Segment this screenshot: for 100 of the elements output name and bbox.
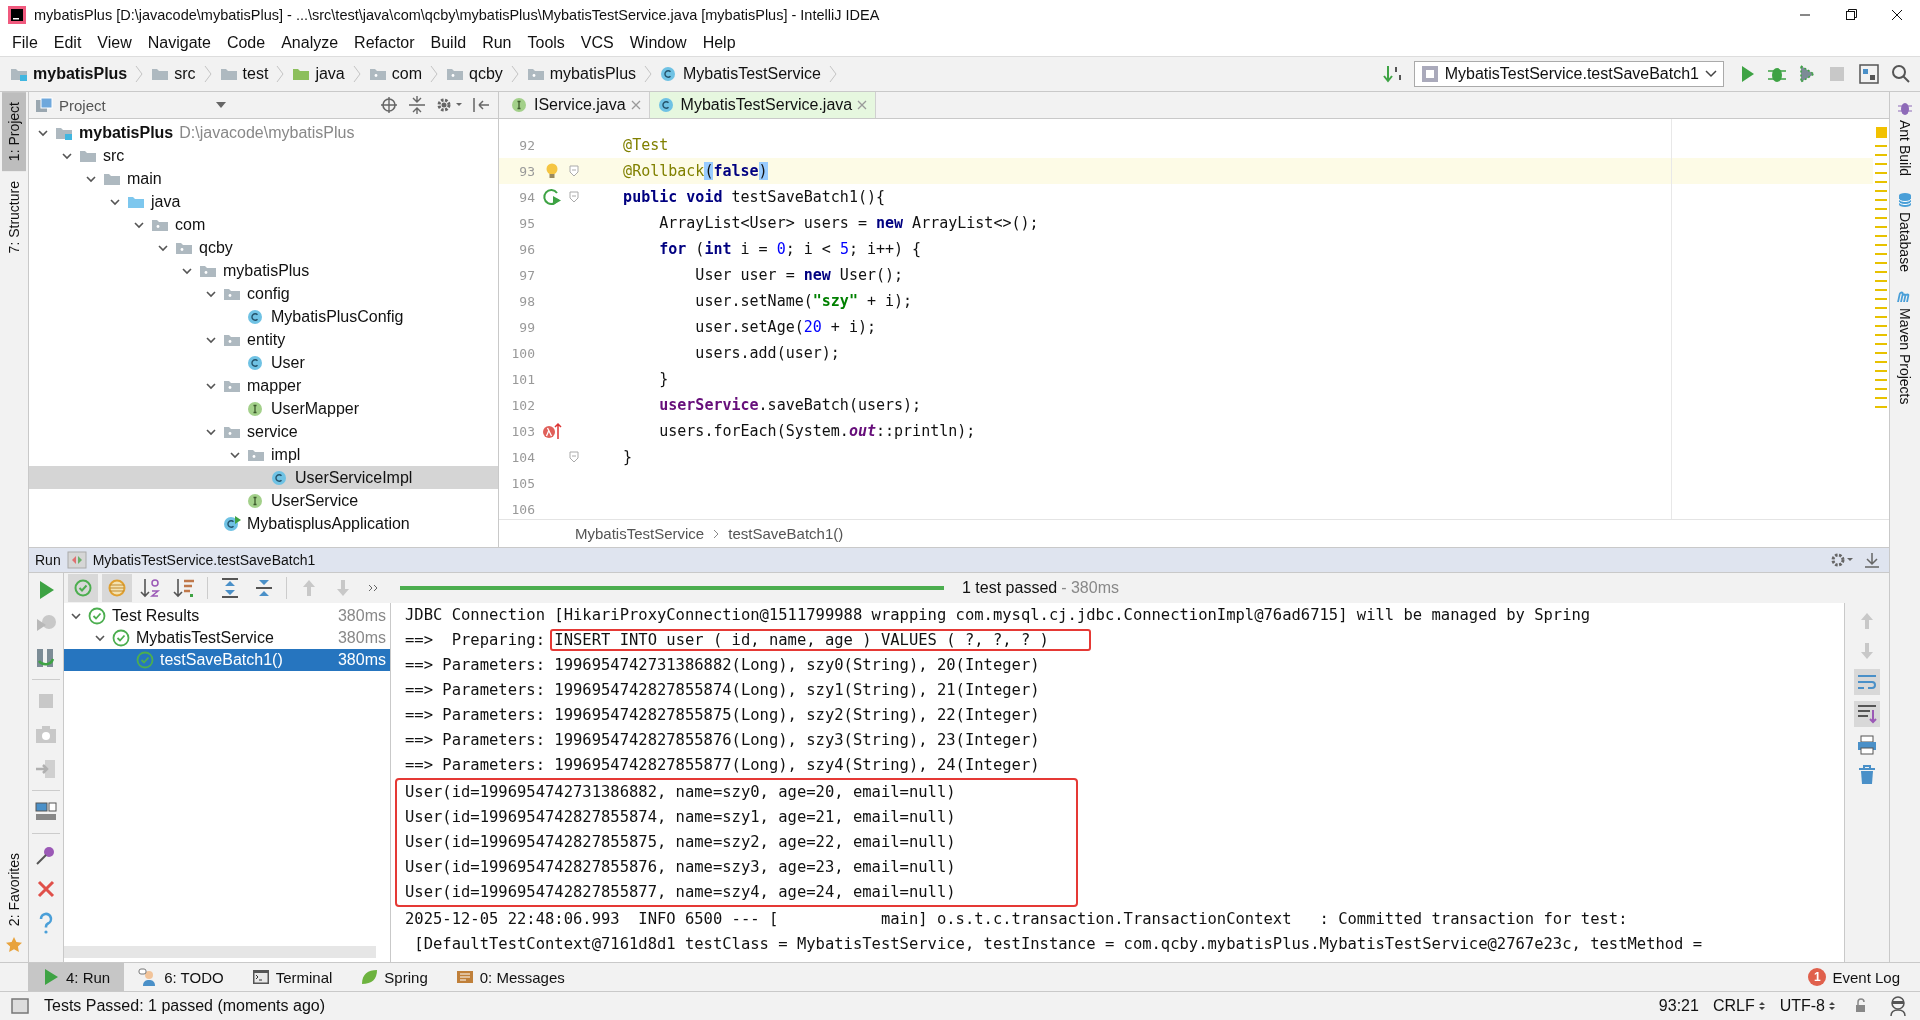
breadcrumb-item[interactable]: MybatisTestService [656, 65, 825, 83]
code-line: } [658, 370, 669, 388]
tree-item[interactable]: src [29, 144, 498, 167]
tree-item[interactable]: com [29, 213, 498, 236]
fold-icon[interactable] [569, 191, 579, 203]
test-item[interactable]: Test Results 380ms [64, 605, 390, 627]
close-icon[interactable] [630, 100, 641, 110]
tree-item[interactable]: java [29, 190, 498, 213]
code-line: userService.saveBatch(users); [658, 396, 922, 414]
menu-item[interactable]: Analyze [273, 34, 347, 52]
menu-item[interactable]: Build [422, 34, 475, 52]
ignored-toggle-icon[interactable] [102, 574, 132, 602]
editor-tab[interactable]: IService.java [503, 92, 650, 118]
breadcrumb-item[interactable]: com [364, 65, 426, 83]
breadcrumb-item[interactable]: test [215, 65, 273, 83]
tree-item[interactable]: MybatisPlusConfig [29, 305, 498, 328]
tree-item[interactable]: mybatisPlus D:\javacode\mybatisPlus [29, 121, 498, 144]
lightbulb-icon[interactable] [544, 162, 560, 180]
menu-item[interactable]: Run [474, 34, 520, 52]
event-log-tab[interactable]: 1 Event Log [1808, 968, 1920, 986]
lambda-icon[interactable] [542, 421, 562, 441]
tree-item[interactable]: MybatisplusApplication [29, 512, 498, 535]
tool-window-tab[interactable]: Spring [346, 963, 442, 991]
breadcrumb-item[interactable]: qcby [442, 65, 507, 83]
line-number: 94 [518, 189, 535, 205]
tree-item[interactable]: service [29, 420, 498, 443]
menu-item[interactable]: Navigate [139, 34, 219, 52]
chevron-icon[interactable] [94, 632, 106, 644]
soft-wrap-icon[interactable] [1854, 669, 1880, 695]
test-item[interactable]: MybatisTestService 380ms [64, 627, 390, 649]
menu-item[interactable]: Code [218, 34, 274, 52]
crosshair-icon[interactable] [378, 95, 400, 115]
tool-window-tab[interactable]: 1: Project [2, 92, 26, 172]
run-config-dropdown[interactable]: MybatisTestService.testSaveBatch1 [1413, 61, 1724, 87]
print-icon[interactable] [1855, 733, 1879, 757]
terminal-icon [251, 968, 270, 986]
chevron-icon[interactable] [70, 610, 82, 622]
line-number: 97 [518, 267, 535, 283]
menu-item[interactable]: Refactor [346, 34, 423, 52]
menu-item[interactable]: Edit [45, 34, 90, 52]
encoding-selector[interactable]: UTF-8 [1779, 997, 1836, 1015]
tool-window-tab[interactable]: 7: Structure [2, 171, 26, 264]
tool-window-tab[interactable]: Terminal [237, 963, 347, 991]
tree-item[interactable]: config [29, 282, 498, 305]
tree-item[interactable]: mapper [29, 374, 498, 397]
check-toggle-icon[interactable] [68, 574, 98, 602]
tool-window-tab[interactable]: Maven Projects [1897, 280, 1913, 413]
tree-item[interactable]: UserService [29, 489, 498, 512]
class-play-icon [223, 515, 241, 532]
sort-down-icon[interactable] [1381, 63, 1404, 85]
caret-position[interactable]: 93:21 [1658, 997, 1699, 1015]
tree-item[interactable]: qcby [29, 236, 498, 259]
menu-item[interactable]: View [89, 34, 140, 52]
code-line: users.add(user); [694, 344, 840, 362]
scroll-end-icon[interactable] [1854, 701, 1880, 727]
tree-item[interactable]: mybatisPlus [29, 259, 498, 282]
fold-icon[interactable] [569, 451, 579, 463]
menu-item[interactable]: File [4, 34, 46, 52]
caret-icon[interactable] [215, 100, 227, 110]
breadcrumb-item[interactable]: src [147, 65, 200, 83]
tool-window-tab[interactable]: 2: Favorites [2, 842, 26, 936]
run-tab[interactable]: MybatisTestService.testSaveBatch1 [92, 552, 316, 568]
editor-tab[interactable]: MybatisTestService.java [649, 92, 877, 118]
tool-window-tab[interactable]: 6: TODO [124, 963, 238, 991]
tool-window-tab[interactable]: 0: Messages [441, 963, 579, 991]
console-line: JDBC Connection [HikariProxyConnection@1511799988 wrapping com.mysql.cj.jdbc.ConnectionImpl@76ad6715] will be managed by Spring [405, 605, 1592, 626]
module-path: D:\javacode\mybatisPlus [179, 123, 355, 142]
leaf-icon [360, 968, 379, 986]
hide-icon[interactable] [470, 95, 492, 115]
run-tab-icon [66, 551, 87, 569]
tool-window-tab[interactable]: Database [1897, 184, 1913, 280]
fold-icon[interactable] [569, 165, 579, 177]
menu-item[interactable]: VCS [572, 34, 622, 52]
scrollbar[interactable] [64, 946, 376, 958]
tree-item[interactable]: UserMapper [29, 397, 498, 420]
tree-item[interactable]: entity [29, 328, 498, 351]
collapse-icon[interactable] [406, 95, 428, 115]
tool-window-tab[interactable]: Ant Build [1897, 92, 1913, 185]
breadcrumb-item[interactable]: mybatisPlus [6, 65, 132, 83]
test-item[interactable]: testSaveBatch1() 380ms [64, 649, 390, 671]
chevron-right-icon [276, 64, 285, 84]
tool-window-tab[interactable]: 4: Run [28, 963, 125, 991]
close-icon[interactable] [857, 100, 868, 110]
menu-item[interactable]: Help [694, 34, 744, 52]
menu-item[interactable]: Window [621, 34, 695, 52]
tree-item[interactable]: UserServiceImpl [29, 466, 498, 489]
breadcrumb-item[interactable]: java [288, 65, 349, 83]
tree-item[interactable]: main [29, 167, 498, 190]
tree-item[interactable]: User [29, 351, 498, 374]
menu-item[interactable]: Tools [519, 34, 573, 52]
breadcrumb-item[interactable]: mybatisPlus [522, 65, 641, 83]
line-number: 100 [510, 345, 535, 361]
panel-toggle-icon[interactable] [10, 997, 30, 1015]
interface-icon [247, 492, 265, 509]
breadcrumb-item[interactable]: testSaveBatch1() [728, 525, 844, 542]
run-test-icon[interactable] [542, 187, 562, 207]
tree-item[interactable]: impl [29, 443, 498, 466]
line-number: 102 [510, 397, 535, 413]
breadcrumb-item[interactable]: MybatisTestService [575, 525, 705, 542]
line-separator-selector[interactable]: CRLF [1712, 997, 1766, 1015]
